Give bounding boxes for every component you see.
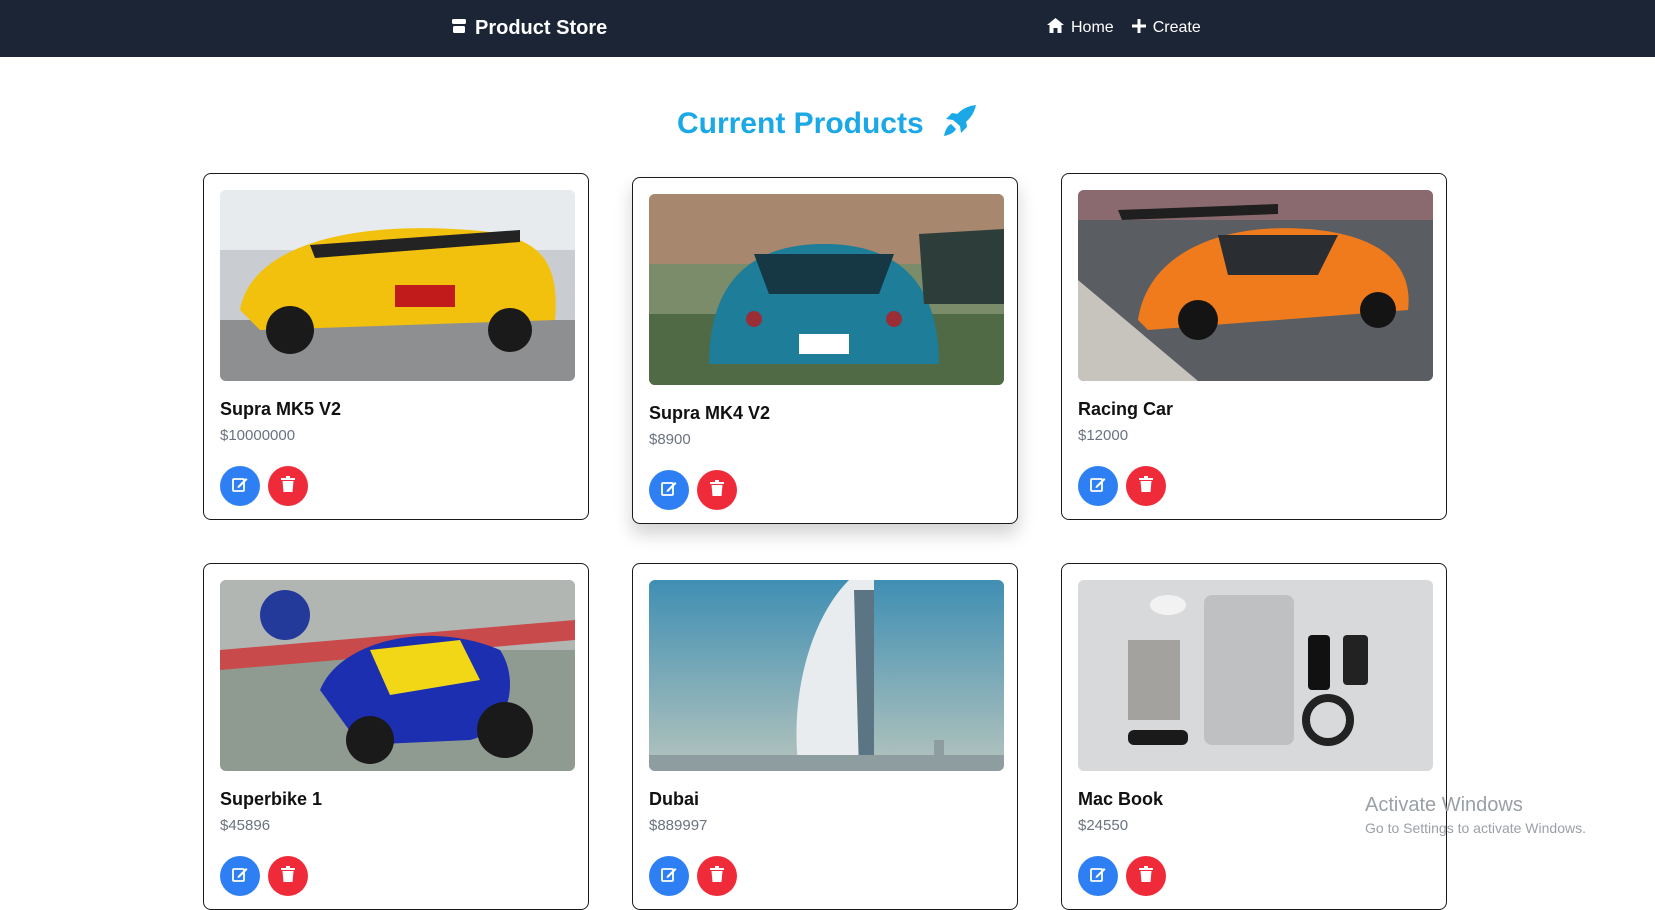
product-price: $10000000	[220, 427, 296, 444]
edit-button[interactable]	[649, 470, 689, 510]
store-icon	[451, 17, 467, 40]
edit-icon	[1090, 476, 1106, 497]
edit-button[interactable]	[220, 466, 260, 506]
product-price: $889997	[649, 817, 708, 834]
navbar: Product Store Home Create	[0, 0, 1655, 57]
product-card: Supra MK4 V2 $8900	[632, 177, 1018, 524]
trash-icon	[710, 479, 724, 501]
delete-button[interactable]	[697, 470, 737, 510]
product-name: Racing Car	[1078, 399, 1174, 419]
product-image	[1078, 190, 1433, 381]
trash-icon	[281, 475, 295, 497]
edit-icon	[661, 480, 677, 501]
delete-button[interactable]	[1126, 466, 1166, 506]
product-image	[220, 190, 575, 381]
nav-home-label: Home	[1071, 19, 1114, 36]
product-name: Mac Book	[1078, 789, 1164, 809]
product-card: Racing Car $12000	[1061, 173, 1447, 520]
product-image	[1078, 580, 1433, 771]
edit-button[interactable]	[1078, 466, 1118, 506]
edit-icon	[232, 866, 248, 887]
product-image	[649, 580, 1004, 771]
product-card: Dubai $889997	[632, 563, 1018, 910]
delete-button[interactable]	[697, 856, 737, 896]
product-price: $12000	[1078, 427, 1129, 444]
product-image	[220, 580, 575, 771]
nav-links: Home Create	[1047, 18, 1201, 38]
delete-button[interactable]	[268, 466, 308, 506]
product-card: Superbike 1 $45896	[203, 563, 589, 910]
activation-watermark-subtitle: Go to Settings to activate Windows.	[1365, 820, 1586, 836]
page-title-text: Current Products	[676, 106, 924, 140]
nav-home[interactable]: Home	[1047, 18, 1114, 38]
edit-icon	[1090, 866, 1106, 887]
activation-watermark-title: Activate Windows	[1365, 794, 1523, 816]
product-price: $24550	[1078, 817, 1129, 834]
product-name: Supra MK4 V2	[649, 403, 771, 423]
brand-title: Product Store	[475, 17, 608, 39]
product-name: Superbike 1	[220, 789, 323, 809]
product-name: Dubai	[649, 789, 700, 809]
product-card: Mac Book $24550	[1061, 563, 1447, 910]
edit-button[interactable]	[1078, 856, 1118, 896]
page-title: Current Products	[0, 104, 1655, 146]
trash-icon	[710, 865, 724, 887]
trash-icon	[1139, 865, 1153, 887]
nav-create-label: Create	[1152, 19, 1201, 36]
product-price: $8900	[649, 431, 691, 448]
brand-link[interactable]: Product Store	[451, 17, 607, 40]
product-price: $45896	[220, 817, 271, 834]
trash-icon	[281, 865, 295, 887]
product-image	[649, 194, 1004, 385]
edit-button[interactable]	[649, 856, 689, 896]
edit-button[interactable]	[220, 856, 260, 896]
rocket-icon	[942, 104, 978, 146]
edit-icon	[661, 866, 677, 887]
product-name: Supra MK5 V2	[220, 399, 342, 419]
edit-icon	[232, 476, 248, 497]
delete-button[interactable]	[1126, 856, 1166, 896]
nav-create[interactable]: Create	[1131, 18, 1201, 38]
home-icon	[1047, 18, 1064, 38]
trash-icon	[1139, 475, 1153, 497]
delete-button[interactable]	[268, 856, 308, 896]
product-card: Supra MK5 V2 $10000000	[203, 173, 589, 520]
plus-icon	[1131, 18, 1146, 38]
